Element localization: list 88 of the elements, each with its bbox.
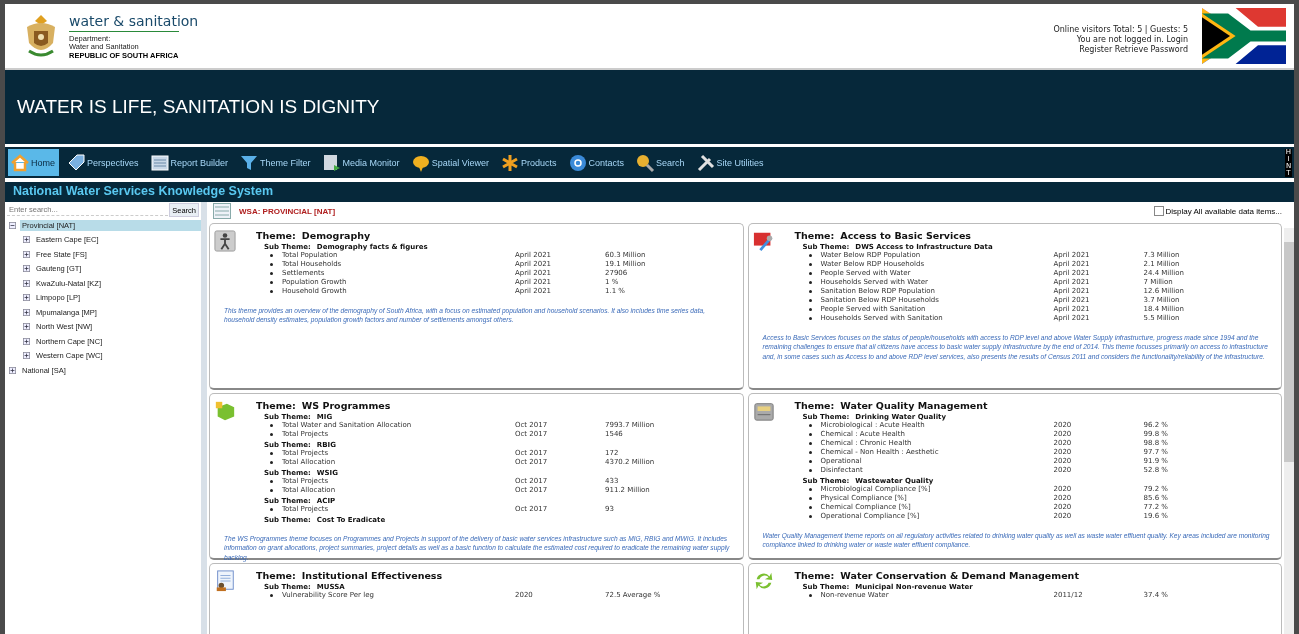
expand-icon[interactable]	[23, 294, 30, 302]
bullet-icon	[270, 489, 273, 492]
list-icon	[149, 152, 170, 173]
theme-label: Theme:	[794, 570, 835, 581]
bullet-icon	[808, 424, 812, 427]
session-text: Online visitors Total: 5 | Guests: 5	[1053, 25, 1188, 35]
theme-label: Theme:	[794, 400, 835, 411]
expand-icon[interactable]	[23, 352, 30, 360]
bullet-icon	[270, 254, 273, 257]
bullet-icon	[808, 442, 812, 445]
expand-icon[interactable]	[23, 279, 30, 287]
bullet-icon	[270, 480, 273, 483]
bullet-icon	[808, 460, 812, 463]
bullet-icon	[270, 272, 273, 275]
tools-icon	[695, 152, 716, 173]
home-icon	[10, 152, 30, 173]
bullet-icon	[270, 281, 273, 284]
nav-button[interactable]: Contacts	[565, 149, 629, 176]
bullet-icon	[808, 263, 812, 266]
asterisk-icon	[500, 152, 520, 173]
bullet-icon	[808, 594, 812, 597]
nav-button[interactable]: Media Monitor	[319, 149, 404, 176]
expand-icon[interactable]	[23, 265, 30, 273]
expand-icon[interactable]	[23, 236, 30, 244]
nav-button[interactable]: Site Utilities	[693, 149, 768, 176]
nav-button[interactable]: Theme Filter	[237, 149, 315, 176]
person-icon	[214, 230, 236, 252]
session-text: Register Retrieve Password	[1079, 45, 1188, 55]
slogan: WATER IS LIFE, SANITATION IS DIGNITY	[17, 96, 380, 118]
theme-title: Institutional Effectiveness	[301, 570, 443, 581]
expand-icon[interactable]	[23, 323, 30, 331]
checkbox[interactable]	[1153, 206, 1164, 217]
expand-icon[interactable]	[9, 366, 16, 374]
bullet-icon	[270, 508, 273, 511]
bullet-icon	[808, 515, 812, 518]
bullet-icon	[808, 254, 812, 257]
bullet-icon	[808, 433, 812, 436]
search-icon	[635, 152, 656, 173]
theme-label: Theme:	[256, 230, 296, 241]
bullet-icon	[270, 263, 273, 266]
bullet-icon	[808, 299, 812, 302]
section-heading: WSA: PROVINCIAL [NAT]	[239, 207, 336, 216]
theme-title: Water Quality Management	[840, 400, 988, 411]
tag-icon	[66, 152, 86, 173]
session-text: You are not logged in. Login	[1076, 35, 1188, 45]
theme-label: Theme:	[256, 400, 296, 411]
bullet-icon	[270, 433, 273, 436]
bullet-icon	[808, 451, 812, 454]
expand-icon[interactable]	[23, 308, 30, 316]
bullet-icon	[808, 469, 812, 472]
app-title: National Water Services Knowledge System	[13, 184, 274, 198]
theme-title: WS Programmes	[301, 400, 391, 411]
bullet-icon	[808, 272, 812, 275]
nav-button[interactable]: Home	[8, 149, 59, 176]
bullet-icon	[808, 497, 812, 500]
document-icon	[321, 152, 342, 173]
nav-button[interactable]: Search	[633, 149, 689, 176]
certificate-icon	[214, 570, 236, 592]
flag-icon	[1202, 8, 1286, 64]
bullet-icon	[270, 290, 273, 293]
list-icon	[213, 203, 231, 220]
theme-label: Theme:	[256, 570, 296, 581]
cubes-icon	[214, 400, 236, 422]
nav-button[interactable]: Products	[498, 149, 561, 176]
bullet-icon	[808, 281, 812, 284]
theme-title: Demography	[301, 230, 371, 241]
theme-title: Water Conservation & Demand Management	[840, 570, 1079, 581]
theme-title: Access to Basic Services	[840, 230, 972, 241]
bullet-icon	[808, 290, 812, 293]
nav-button[interactable]: Perspectives	[64, 149, 143, 176]
expand-icon[interactable]	[23, 337, 30, 345]
bullet-icon	[808, 488, 812, 491]
bullet-icon	[270, 424, 273, 427]
expand-icon[interactable]	[23, 250, 30, 258]
scrollbar[interactable]	[1284, 228, 1294, 634]
brand-name: water & sanitation	[69, 12, 199, 29]
bullet-icon	[270, 461, 273, 464]
checkbox-label: Display All available data items...	[1165, 207, 1282, 216]
bullet-icon	[808, 308, 812, 311]
theme-label: Theme:	[794, 230, 835, 241]
drawer-icon	[752, 400, 775, 422]
bullet-icon	[270, 594, 273, 597]
nav-button[interactable]: Spatial Viewer	[408, 149, 493, 176]
bullet-icon	[808, 506, 812, 509]
bullet-icon	[270, 452, 273, 455]
bullet-icon	[808, 317, 812, 320]
nav-button[interactable]: Report Builder	[147, 149, 233, 176]
collapse-icon[interactable]	[9, 221, 16, 229]
